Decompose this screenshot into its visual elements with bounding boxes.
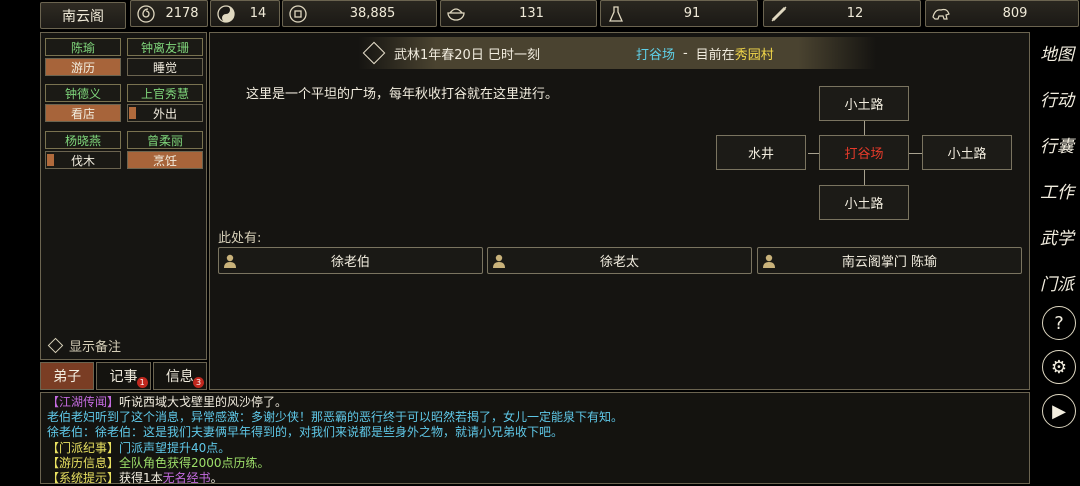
sect-name[interactable]: 南云阁 [40,2,126,29]
separator: - [682,45,688,61]
log-line: 徐老伯：徐老伯：这是我们夫妻俩早年得到的，对我们来说都是些身外之物，就请小兄弟收… [47,425,564,440]
resource-value: 12 [846,6,864,21]
notification-badge: 3 [192,377,204,388]
map-node-west[interactable]: 水井 [716,135,806,170]
menu-map-button[interactable]: 地图 [1034,32,1080,72]
disciple-card[interactable]: 杨晓燕 伐木 [45,131,121,169]
resource-rice[interactable]: 131 [440,0,597,27]
scroll-icon [768,4,790,24]
menu-action-button[interactable]: 行动 [1034,78,1080,118]
tab-messages[interactable]: 信息 3 [152,362,207,390]
item-name[interactable]: 无名经书 [163,471,211,485]
disciple-status: 烹饪 [127,151,203,169]
rice-bowl-icon [445,4,467,24]
coin-icon [287,4,309,24]
spiral-icon [135,4,157,24]
side-menu: 地图 行动 行囊 工作 武学 门派 ? ⚙ ▶ [1034,30,1080,486]
disciple-name: 钟离友珊 [127,38,203,56]
settings-gear-icon[interactable]: ⚙ [1042,350,1076,384]
disciple-card[interactable]: 钟德义 看店 [45,84,121,122]
village-name[interactable]: 秀园村 [735,44,774,63]
left-tabs: 弟子 记事 1 信息 3 [40,362,207,390]
log-line: 【游历信息】全队角色获得2000点历练。 [47,455,270,470]
log-line: 老伯老妇听到了这个消息，异常感激：多谢少侠！那恶霸的恶行终于可以昭然若揭了，女儿… [47,410,624,425]
game-date: 武林1年春20日 巳时一刻 [394,47,540,63]
map-node-current: 打谷场 [819,135,909,170]
npc-button[interactable]: 徐老伯 [218,247,483,274]
resource-value: 91 [683,6,701,21]
menu-bag-button[interactable]: 行囊 [1034,124,1080,164]
message-log[interactable]: 【江湖传闻】听说西域大戈壁里的风沙停了。 老伯老妇听到了这个消息，异常感激：多谢… [40,392,1030,486]
disciple-name: 钟德义 [45,84,121,102]
notification-badge: 1 [136,377,148,388]
resource-value: 131 [519,6,544,21]
here-label: 此处有: [218,231,262,246]
location-description: 这里是一个平坦的广场，每年秋收打谷就在这里进行。 [246,87,559,102]
resource-yin-yang[interactable]: 14 [210,0,280,27]
location-panel: 武林1年春20日 巳时一刻 打谷场 - 目前在 秀园村 这里是一个平坦的广场，每… [209,32,1030,390]
npc-button[interactable]: 徐老太 [487,247,752,274]
log-line: 【江湖传闻】听说西域大戈壁里的风沙停了。 [47,395,288,409]
disciple-name: 上官秀慧 [127,84,203,102]
disciple-name: 杨晓燕 [45,131,121,149]
disciple-status: 伐木 [45,151,121,169]
disciple-card[interactable]: 曾柔丽 烹饪 [127,131,203,169]
person-icon [763,254,775,268]
show-note-label: 显示备注 [69,340,122,355]
beast-icon [930,4,952,24]
menu-sect-button[interactable]: 门派 [1034,262,1080,302]
disciple-status: 游历 [45,58,121,76]
disciple-name: 曾柔丽 [127,131,203,149]
status-progress-bar [129,107,136,119]
resource-coin[interactable]: 38,885 [282,0,437,27]
map-node-south[interactable]: 小土路 [819,185,909,220]
person-icon [493,254,505,268]
map-node-east[interactable]: 小土路 [922,135,1012,170]
diamond-checkbox-icon [47,337,64,354]
disciple-status: 睡觉 [127,58,203,76]
log-line: 【系统提示】获得1本无名经书。 [47,471,223,486]
person-icon [224,254,236,268]
play-icon[interactable]: ▶ [1042,394,1076,428]
flask-icon [605,4,627,24]
disciple-status: 外出 [127,104,203,122]
map-node-north[interactable]: 小土路 [819,86,909,121]
disciple-card[interactable]: 上官秀慧 外出 [127,84,203,122]
resource-beast[interactable]: 809 [925,0,1079,27]
disciple-panel: 陈瑜 游历 钟离友珊 睡觉 钟德义 看店 上官秀慧 外出 杨晓燕 伐木 曾柔丽 … [40,32,207,360]
resource-value: 14 [249,6,267,21]
log-line: 【门派纪事】门派声望提升40点。 [47,440,231,455]
show-note-toggle[interactable]: 显示备注 [47,336,121,355]
tab-journal[interactable]: 记事 1 [96,362,151,390]
disciple-card[interactable]: 钟离友珊 睡觉 [127,38,203,76]
help-icon[interactable]: ? [1042,306,1076,340]
resource-flask[interactable]: 91 [600,0,758,27]
date-location-bar: 武林1年春20日 巳时一刻 打谷场 - 目前在 秀园村 [358,37,876,69]
compass-diamond-icon [362,41,386,65]
currently-at-label: 目前在 [695,47,735,63]
npc-button[interactable]: 南云阁掌门 陈瑜 [757,247,1022,274]
resource-value: 2178 [165,6,199,21]
disciple-card[interactable]: 陈瑜 游历 [45,38,121,76]
status-progress-bar [47,154,54,166]
disciple-name: 陈瑜 [45,38,121,56]
menu-work-button[interactable]: 工作 [1034,170,1080,210]
resource-scroll[interactable]: 12 [763,0,921,27]
current-location: 打谷场 [635,47,675,63]
yin-yang-icon [215,4,237,24]
disciple-status: 看店 [45,104,121,122]
menu-martial-button[interactable]: 武学 [1034,216,1080,256]
tab-disciples[interactable]: 弟子 [40,362,95,390]
resource-value: 809 [1002,6,1028,21]
resource-spiral[interactable]: 2178 [130,0,208,27]
resource-value: 38,885 [349,6,396,21]
